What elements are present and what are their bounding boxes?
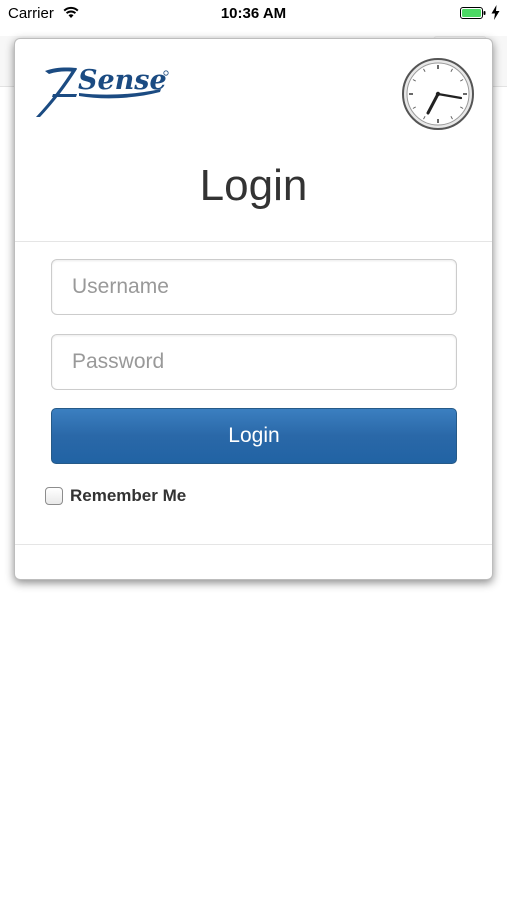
modal-header: Sense Login [15, 39, 492, 242]
brand-logo: Sense [36, 65, 169, 117]
remember-me-checkbox[interactable] [45, 487, 63, 505]
page-title: Login [199, 161, 308, 210]
status-bar: Carrier 10:36 AM [0, 0, 507, 28]
modal-footer [15, 544, 492, 545]
username-input[interactable] [51, 259, 457, 315]
password-input[interactable] [51, 334, 457, 390]
login-modal: Sense Login Username Login Remember Me [14, 38, 493, 580]
remember-me-label[interactable]: Remember Me [70, 486, 186, 506]
charging-bolt-icon [491, 5, 500, 20]
login-button[interactable]: Login [51, 408, 457, 464]
app-screen: Carrier 10:36 AM Sense Login Username Lo… [0, 0, 507, 900]
battery-icon [460, 7, 486, 19]
status-time: 10:36 AM [220, 5, 287, 22]
clock-icon [402, 58, 474, 130]
